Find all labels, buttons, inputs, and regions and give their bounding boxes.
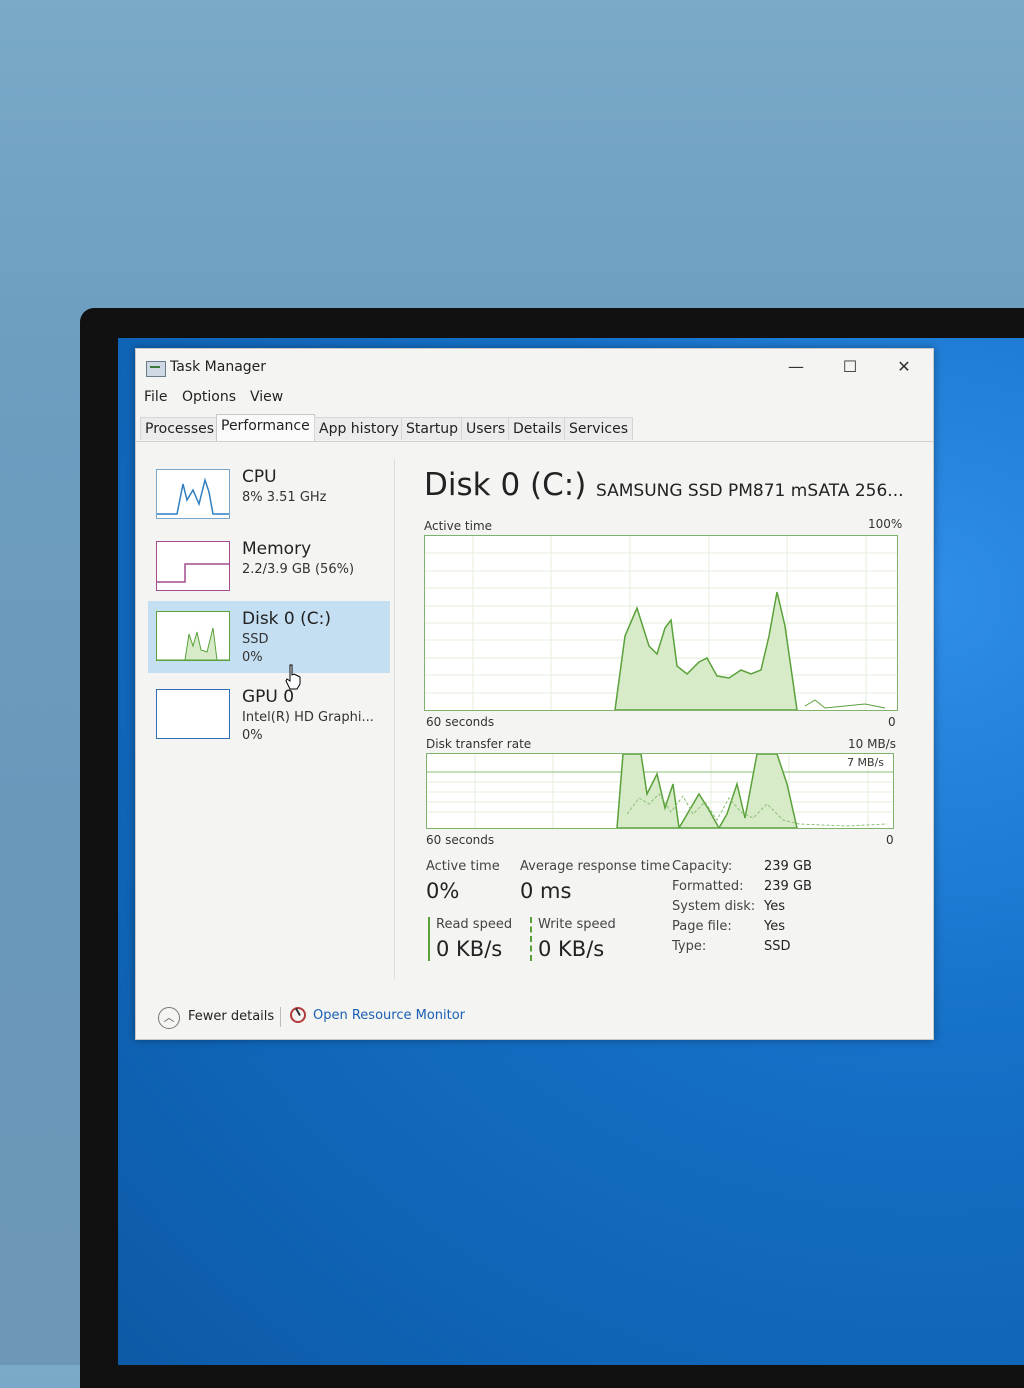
menu-bar: File Options View (136, 387, 933, 409)
sidebar-item-disk[interactable]: Disk 0 (C:) SSD 0% (148, 601, 390, 673)
tab-users[interactable]: Users (461, 417, 511, 440)
sidebar-item-detail: SSD 0% (242, 632, 269, 665)
gpu-thumbnail-graph (156, 689, 230, 739)
maximize-button[interactable]: ☐ (830, 355, 870, 379)
info-page-file-value: Yes (764, 919, 785, 934)
disk-title: Disk 0 (C:) (424, 467, 587, 503)
info-capacity-value: 239 GB (764, 859, 812, 874)
sidebar-item-label: Memory (242, 539, 312, 559)
info-type-key: Type: (672, 939, 707, 954)
read-speed-legend-line (428, 917, 430, 961)
info-capacity-key: Capacity: (672, 859, 733, 874)
active-time-graph-label: Active time (424, 519, 493, 533)
sidebar-item-detail: 2.2/3.9 GB (56%) (242, 562, 355, 577)
tab-processes[interactable]: Processes (140, 417, 220, 440)
tab-startup[interactable]: Startup (401, 417, 463, 440)
info-formatted-key: Formatted: (672, 879, 744, 894)
disk-model: SAMSUNG SSD PM871 mSATA 256... (596, 481, 904, 501)
sidebar-item-gpu[interactable]: GPU 0 Intel(R) HD Graphi... 0% (148, 679, 390, 751)
sidebar-item-detail: 8% 3.51 GHz (242, 490, 327, 505)
active-time-graph (424, 535, 898, 711)
stat-read-label: Read speed (436, 917, 513, 932)
tab-services[interactable]: Services (564, 417, 634, 440)
window-title: Task Manager (170, 359, 267, 375)
tab-details[interactable]: Details (508, 417, 567, 440)
active-time-min-label: 0 (888, 715, 896, 729)
info-system-disk-value: Yes (764, 899, 785, 914)
active-time-max-label: 100% (868, 517, 903, 531)
active-time-time-label: 60 seconds (426, 715, 495, 729)
info-system-disk-key: System disk: (672, 899, 756, 914)
tab-performance[interactable]: Performance (216, 414, 315, 441)
memory-thumbnail-graph (156, 541, 230, 591)
info-page-file-key: Page file: (672, 919, 732, 934)
footer-divider (280, 1007, 281, 1027)
fewer-details-button[interactable]: Fewer details (188, 1009, 274, 1024)
transfer-rate-min-label: 0 (886, 833, 894, 847)
sidebar-item-memory[interactable]: Memory 2.2/3.9 GB (56%) (148, 531, 390, 603)
footer-bar: ︿ Fewer details Open Resource Monitor (136, 999, 933, 1033)
transfer-rate-inner-label: 7 MB/s (847, 756, 884, 769)
write-speed-legend-line (530, 917, 532, 961)
sidebar-item-label: GPU 0 (242, 687, 295, 707)
resource-monitor-icon[interactable] (290, 1007, 306, 1023)
stat-response-value: 0 ms (520, 879, 572, 903)
chevron-up-icon[interactable]: ︿ (158, 1007, 180, 1029)
stat-read-value: 0 KB/s (436, 937, 503, 961)
info-type-value: SSD (764, 939, 791, 954)
sidebar-item-label: CPU (242, 467, 277, 487)
title-bar[interactable]: Task Manager — ☐ ✕ (136, 349, 933, 385)
stat-active-time-value: 0% (426, 879, 460, 903)
tab-strip: Processes Performance App history Startu… (136, 414, 933, 442)
menu-view[interactable]: View (250, 389, 283, 405)
info-formatted-value: 239 GB (764, 879, 812, 894)
transfer-rate-max-label: 10 MB/s (848, 737, 896, 751)
menu-options[interactable]: Options (182, 389, 236, 405)
transfer-rate-time-label: 60 seconds (426, 833, 495, 847)
sidebar-item-cpu[interactable]: CPU 8% 3.51 GHz (148, 459, 390, 531)
minimize-button[interactable]: — (776, 355, 816, 379)
transfer-rate-graph: 7 MB/s (426, 753, 894, 829)
stat-response-label: Average response time (520, 859, 671, 874)
tab-app-history[interactable]: App history (314, 417, 404, 440)
open-resource-monitor-link[interactable]: Open Resource Monitor (313, 1008, 465, 1023)
transfer-rate-graph-label: Disk transfer rate (426, 737, 532, 751)
resource-sidebar: CPU 8% 3.51 GHz Memory 2.2/3.9 GB (56%) … (148, 459, 395, 979)
stat-active-time-label: Active time (426, 859, 500, 874)
sidebar-item-detail: Intel(R) HD Graphi... 0% (242, 710, 374, 743)
hand-cursor-icon (285, 664, 301, 690)
stat-write-label: Write speed (538, 917, 616, 932)
close-button[interactable]: ✕ (884, 355, 924, 379)
menu-file[interactable]: File (144, 389, 167, 405)
sidebar-item-label: Disk 0 (C:) (242, 609, 332, 629)
stat-write-value: 0 KB/s (538, 937, 605, 961)
disk-detail-panel: Disk 0 (C:) SAMSUNG SSD PM871 mSATA 256.… (424, 461, 924, 981)
task-manager-window: Task Manager — ☐ ✕ File Options View Pro… (135, 348, 934, 1040)
cpu-thumbnail-graph (156, 469, 230, 519)
task-manager-icon (146, 361, 166, 377)
disk-thumbnail-graph (156, 611, 230, 661)
